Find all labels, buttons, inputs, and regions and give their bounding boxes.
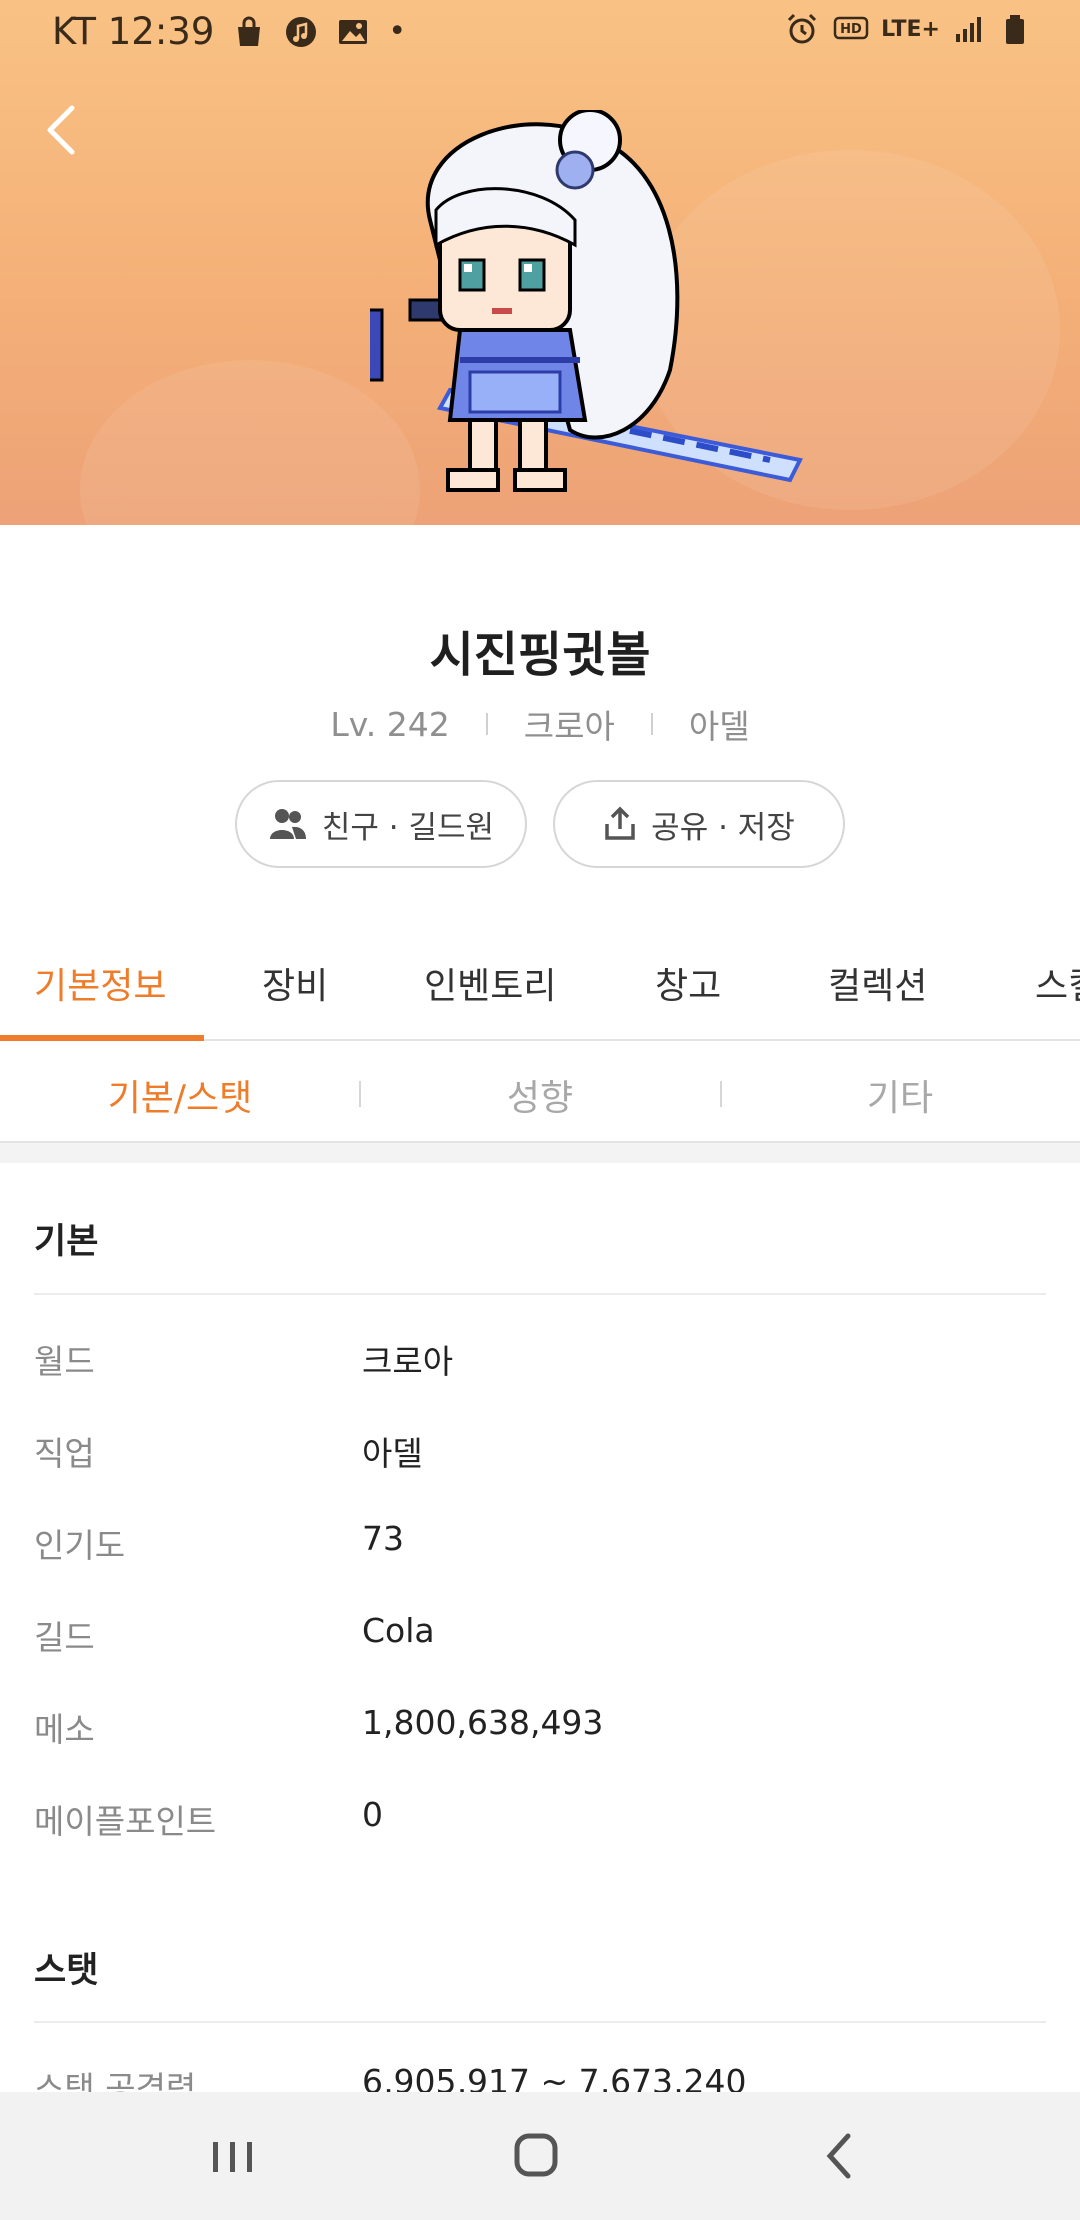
background-decoration bbox=[80, 360, 420, 525]
notification-dot: • bbox=[388, 14, 407, 49]
music-icon bbox=[286, 16, 317, 47]
back-nav-icon[interactable] bbox=[800, 2122, 880, 2190]
section-spacer bbox=[0, 1143, 1080, 1163]
sub-tab-bar: 기본/스탯 성향 기타 bbox=[0, 1041, 1080, 1143]
row-label: 메이플포인트 bbox=[34, 1802, 217, 1841]
character-avatar bbox=[370, 110, 803, 492]
subtab-basic-stat[interactable]: 기본/스탯 bbox=[0, 1069, 360, 1121]
battery-icon bbox=[1006, 15, 1024, 44]
row-label: 인기도 bbox=[34, 1526, 126, 1565]
row-label: 월드 bbox=[34, 1342, 95, 1381]
row-value: 1,800,638,493 bbox=[362, 1703, 604, 1742]
friends-guild-label: 친구 · 길드원 bbox=[321, 809, 495, 846]
basic-section-title: 기본 bbox=[34, 1222, 99, 1262]
tab-inventory[interactable]: 인벤토리 bbox=[424, 957, 556, 1009]
tab-skill-clip: 스킬 bbox=[1035, 957, 1080, 1007]
character-world: 크로아 bbox=[523, 707, 615, 746]
profile-actions: 친구 · 길드원 공유 · 저장 bbox=[0, 780, 1080, 868]
row-value: Cola bbox=[362, 1611, 435, 1650]
subtab-etc[interactable]: 기타 bbox=[720, 1069, 1080, 1121]
meta-divider bbox=[650, 713, 653, 735]
people-icon bbox=[269, 809, 306, 839]
row-value: 0 bbox=[362, 1795, 383, 1834]
tab-basic-info[interactable]: 기본정보 bbox=[34, 957, 166, 1009]
network-type: LTE+ bbox=[881, 16, 940, 42]
home-icon[interactable] bbox=[495, 2122, 575, 2190]
stat-section-title: 스탯 bbox=[34, 1951, 99, 1991]
alarm-icon bbox=[788, 13, 817, 44]
share-save-button[interactable]: 공유 · 저장 bbox=[553, 780, 845, 868]
section-divider bbox=[34, 1293, 1046, 1295]
tab-collection[interactable]: 컬렉션 bbox=[828, 957, 927, 1009]
row-value: 크로아 bbox=[362, 1342, 454, 1381]
profile-header-banner: KT 12:39 • HD LTE+ bbox=[0, 0, 1080, 525]
shopping-bag-icon bbox=[238, 16, 261, 46]
row-label: 메소 bbox=[34, 1710, 95, 1749]
character-level: Lv. 242 bbox=[330, 704, 450, 744]
character-meta: Lv. 242 크로아 아델 bbox=[0, 700, 1080, 748]
section-divider bbox=[34, 2021, 1046, 2023]
signal-icon bbox=[956, 17, 981, 42]
row-value: 아델 bbox=[362, 1434, 423, 1473]
share-save-label: 공유 · 저장 bbox=[651, 809, 795, 846]
system-navigation-bar bbox=[0, 2092, 1080, 2220]
row-label: 길드 bbox=[34, 1618, 95, 1657]
tab-storage[interactable]: 창고 bbox=[655, 957, 721, 1009]
carrier-time: KT 12:39 bbox=[52, 10, 215, 53]
status-bar: KT 12:39 • HD LTE+ bbox=[0, 0, 1080, 64]
main-tab-bar: 기본정보 장비 인벤토리 창고 컬렉션 스킬 bbox=[0, 925, 1080, 1041]
row-value: 73 bbox=[362, 1519, 404, 1558]
tab-equipment[interactable]: 장비 bbox=[262, 957, 328, 1009]
recent-apps-icon[interactable] bbox=[193, 2122, 273, 2190]
row-label: 직업 bbox=[34, 1434, 95, 1473]
character-name: 시진핑귓볼 bbox=[429, 627, 651, 683]
image-icon bbox=[339, 19, 368, 44]
friends-guild-button[interactable]: 친구 · 길드원 bbox=[235, 780, 527, 868]
character-job: 아델 bbox=[688, 707, 750, 746]
svg-text:HD: HD bbox=[840, 22, 862, 37]
back-arrow-icon[interactable] bbox=[36, 94, 86, 164]
hd-voice-icon: HD bbox=[833, 16, 869, 40]
subtab-tendency[interactable]: 성향 bbox=[360, 1069, 720, 1121]
tab-skill[interactable]: 스킬 bbox=[1035, 957, 1080, 1007]
share-icon bbox=[605, 806, 635, 840]
meta-divider bbox=[485, 713, 488, 735]
